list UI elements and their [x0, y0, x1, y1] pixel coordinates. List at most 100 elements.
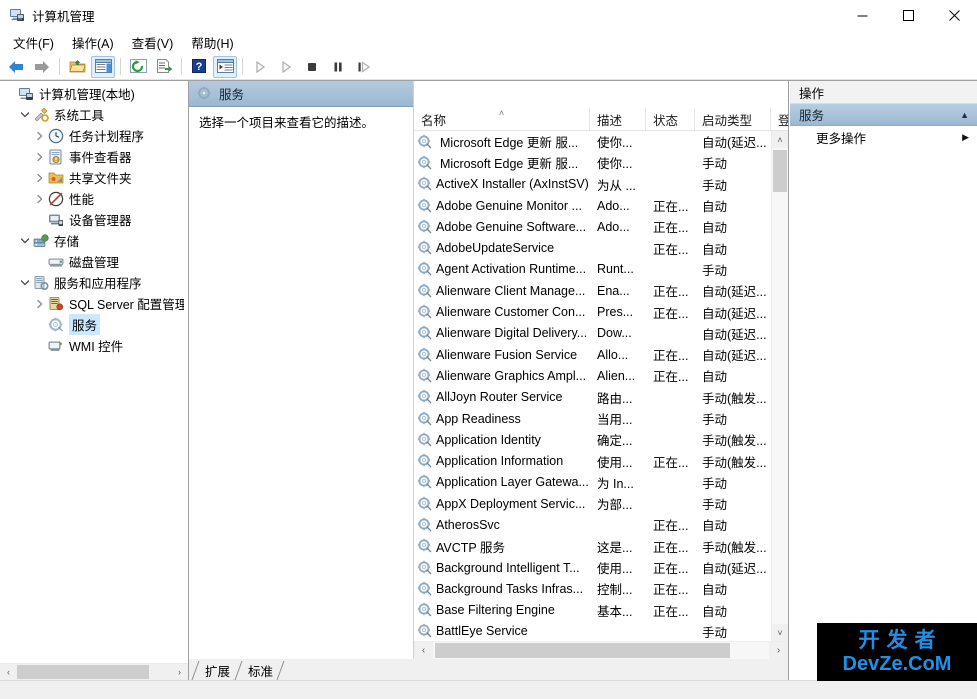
table-row[interactable]: ActiveX Installer (AxInstSV)为从 ...手动本: [414, 174, 771, 195]
menu-view[interactable]: 查看(V): [123, 30, 183, 56]
column-log-on-as[interactable]: 登: [771, 108, 788, 130]
tab-standard[interactable]: 标准: [234, 661, 284, 680]
tree-horizontal-scrollbar[interactable]: ‹ ›: [0, 663, 188, 680]
table-row[interactable]: Background Tasks Infras...控制...正在...自动本: [414, 578, 771, 599]
actions-group-services[interactable]: 服务 ▲: [790, 104, 977, 126]
tree-item-12[interactable]: WMI 控件: [0, 335, 188, 356]
chevron-down-icon[interactable]: [17, 107, 33, 123]
table-row[interactable]: AVCTP 服务这是...正在...手动(触发...本: [414, 536, 771, 557]
tree-item-10[interactable]: SQL Server 配置管理器: [0, 293, 188, 314]
menu-file[interactable]: 文件(F): [4, 30, 63, 56]
table-row[interactable]: BattlEye Service手动本: [414, 621, 771, 641]
table-row[interactable]: Background Intelligent T... 使用... 正在... 自动(…: [414, 557, 771, 578]
column-status[interactable]: 状态: [646, 108, 695, 130]
cell-text: Alienware Digital Delivery...: [436, 326, 588, 341]
table-row[interactable]: Alienware Digital Delivery... Dow... 自动(延迟…: [414, 323, 771, 344]
export-list-icon[interactable]: [152, 56, 176, 78]
cell-description: 控制...: [590, 579, 646, 598]
column-startup-type[interactable]: 启动类型: [695, 108, 771, 130]
properties-icon[interactable]: [213, 55, 237, 78]
list-vscroll-thumb[interactable]: [773, 150, 787, 192]
table-row[interactable]: Microsoft Edge 更新 服...使你...自动(延迟...本: [414, 131, 771, 152]
tree-scroll-left-icon[interactable]: ‹: [0, 664, 17, 680]
chevron-right-icon[interactable]: [32, 170, 48, 186]
tree-item-2[interactable]: 任务计划程序: [0, 125, 188, 146]
chevron-right-icon[interactable]: [32, 128, 48, 144]
table-row[interactable]: AtherosSvc正在...自动本: [414, 514, 771, 535]
chevron-right-icon[interactable]: [32, 296, 48, 312]
back-icon[interactable]: [4, 56, 28, 78]
list-vertical-scrollbar[interactable]: ˄ ˅: [771, 131, 788, 641]
list-scroll-right-icon[interactable]: ›: [769, 642, 788, 659]
table-row[interactable]: Alienware Customer Con... Pres... 正在... 自动(…: [414, 301, 771, 322]
up-folder-icon[interactable]: [65, 56, 89, 78]
tab-extended[interactable]: 扩展: [191, 661, 241, 680]
cell-description: 基本...: [590, 601, 646, 620]
column-startup-type-label: 启动类型: [702, 113, 753, 128]
table-row[interactable]: Agent Activation Runtime...Runt...手动本: [414, 259, 771, 280]
tree-scroll-right-icon[interactable]: ›: [171, 664, 188, 680]
list-horizontal-scrollbar[interactable]: ‹ ›: [414, 641, 788, 659]
table-row[interactable]: AllJoyn Router Service路由...手动(触发...本: [414, 387, 771, 408]
table-row[interactable]: Application Layer Gatewa...为 In...手动本: [414, 472, 771, 493]
table-row[interactable]: App Readiness当用...手动本: [414, 408, 771, 429]
tree-item-3[interactable]: 事件查看器: [0, 146, 188, 167]
column-name[interactable]: 名称 ˄: [414, 108, 590, 130]
tree-item-0[interactable]: 计算机管理(本地): [0, 83, 188, 104]
tree-item-4[interactable]: 共享文件夹: [0, 167, 188, 188]
tree-item-8[interactable]: 磁盘管理: [0, 251, 188, 272]
forward-icon[interactable]: [30, 56, 54, 78]
cell-startup: 手动(触发...: [695, 452, 771, 471]
menu-action[interactable]: 操作(A): [63, 30, 123, 56]
tree-item-9[interactable]: 服务和应用程序: [0, 272, 188, 293]
chevron-down-icon[interactable]: [17, 233, 33, 249]
tree-item-6[interactable]: 设备管理器: [0, 209, 188, 230]
table-row[interactable]: Alienware Client Manage... Ena... 正在... 自动(…: [414, 280, 771, 301]
show-tree-icon[interactable]: [91, 55, 115, 78]
table-row[interactable]: Base Filtering Engine基本...正在...自动本: [414, 600, 771, 621]
list-vscroll-track[interactable]: [772, 148, 788, 624]
start-service-icon[interactable]: [248, 56, 272, 78]
list-scroll-down-icon[interactable]: ˅: [772, 624, 788, 641]
cell-text: Agent Activation Runtime...: [436, 262, 587, 277]
table-row[interactable]: Alienware Graphics Ampl... Alien... 正在... 自…: [414, 365, 771, 386]
table-row[interactable]: Application Identity确定...手动(触发...本: [414, 429, 771, 450]
chevron-down-icon[interactable]: [17, 275, 33, 291]
table-row[interactable]: Alienware Fusion Service Allo... 正在... 自动(延…: [414, 344, 771, 365]
resume-service-icon[interactable]: [274, 56, 298, 78]
stop-service-icon[interactable]: [300, 56, 324, 78]
cell-startup: 自动: [695, 579, 771, 598]
help-icon[interactable]: ?: [187, 56, 211, 78]
table-row[interactable]: Microsoft Edge 更新 服...使你...手动本: [414, 152, 771, 173]
chevron-right-icon: ▶: [962, 131, 969, 142]
list-hscroll-thumb[interactable]: [435, 643, 730, 658]
table-row[interactable]: Adobe Genuine Software...Ado...正在...自动本: [414, 216, 771, 237]
action-more-actions[interactable]: 更多操作 ▶: [790, 126, 977, 148]
table-row[interactable]: AdobeUpdateService正在...自动本: [414, 237, 771, 258]
list-scroll-left-icon[interactable]: ‹: [414, 642, 433, 659]
list-scroll-up-icon[interactable]: ˄: [772, 131, 788, 148]
tree-item-11[interactable]: 服务: [0, 314, 188, 335]
chevron-right-icon[interactable]: [32, 149, 48, 165]
tree-item-5[interactable]: 性能: [0, 188, 188, 209]
chevron-up-icon[interactable]: ▲: [960, 110, 969, 120]
table-row[interactable]: AppX Deployment Servic...为部...手动本: [414, 493, 771, 514]
pause-service-icon[interactable]: [326, 56, 350, 78]
tree-scroll-track[interactable]: [17, 664, 171, 680]
column-description[interactable]: 描述: [590, 108, 646, 130]
menu-help[interactable]: 帮助(H): [182, 30, 242, 56]
list-hscroll-track[interactable]: [433, 642, 769, 659]
toolbar-separator: [120, 58, 121, 75]
maximize-button[interactable]: [885, 0, 931, 31]
restart-service-icon[interactable]: [352, 56, 376, 78]
tree-item-7[interactable]: 存储: [0, 230, 188, 251]
table-row[interactable]: Application Information 使用... 正在... 手动(触发..…: [414, 450, 771, 471]
cell-name: BattlEye Service: [414, 623, 590, 639]
minimize-button[interactable]: [839, 0, 885, 31]
table-row[interactable]: Adobe Genuine Monitor ...Ado...正在...自动本: [414, 195, 771, 216]
refresh-icon[interactable]: [126, 56, 150, 78]
close-button[interactable]: [931, 0, 977, 31]
tree-scroll-thumb[interactable]: [17, 665, 149, 679]
tree-item-1[interactable]: 系统工具: [0, 104, 188, 125]
chevron-right-icon[interactable]: [32, 191, 48, 207]
